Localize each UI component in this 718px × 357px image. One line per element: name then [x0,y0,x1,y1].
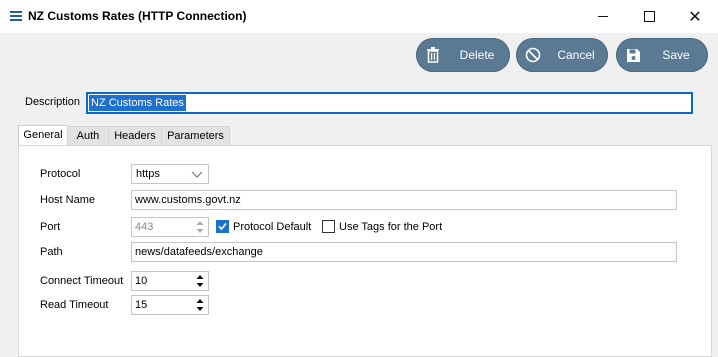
host-name-input[interactable]: www.customs.govt.nz [131,190,677,210]
connect-timeout-value: 10 [135,275,148,287]
app-menu-icon[interactable] [10,11,22,21]
trash-icon [416,47,450,63]
cancel-label: Cancel [557,48,595,62]
host-name-value: www.customs.govt.nz [135,194,241,206]
cancel-button[interactable]: Cancel [516,38,608,72]
minimize-icon [598,16,608,17]
tab-general[interactable]: General [18,125,68,147]
use-tags-checkbox[interactable] [322,220,335,233]
protocol-select[interactable]: https [131,164,209,184]
tab-headers[interactable]: Headers [108,126,162,146]
port-label: Port [40,221,61,233]
tab-auth[interactable]: Auth [67,126,109,146]
description-value: NZ Customs Rates [89,95,186,111]
title-bar: NZ Customs Rates (HTTP Connection) ✕ [0,0,718,33]
close-button[interactable]: ✕ [672,0,718,33]
description-label: Description [25,96,81,108]
spin-arrows-icon [196,274,204,288]
protocol-default-label: Protocol Default [233,221,312,233]
protocol-value: https [136,168,160,180]
save-button[interactable]: Save [616,38,708,72]
maximize-button[interactable] [626,0,672,33]
host-name-label: Host Name [40,194,96,206]
delete-button[interactable]: Delete [416,38,510,72]
protocol-label: Protocol [40,168,81,180]
save-icon [616,48,650,63]
path-input[interactable]: news/datafeeds/exchange [131,242,677,262]
tab-parameters[interactable]: Parameters [161,126,230,146]
connect-timeout-stepper[interactable]: 10 [131,271,209,291]
save-label: Save [662,48,690,62]
read-timeout-value: 15 [135,299,148,311]
port-stepper[interactable]: 443 [131,217,209,237]
use-tags-label: Use Tags for the Port [339,221,443,233]
port-value: 443 [135,221,154,233]
maximize-icon [643,11,655,22]
protocol-default-checkbox[interactable] [216,220,229,233]
read-timeout-stepper[interactable]: 15 [131,295,209,315]
checkmark-icon [218,222,227,231]
path-value: news/datafeeds/exchange [135,246,263,258]
spin-arrows-icon [196,298,204,312]
minimize-button[interactable] [580,0,626,33]
chevron-down-icon [190,168,204,180]
close-icon: ✕ [688,6,702,26]
spin-arrows-icon [196,220,204,234]
description-input[interactable]: NZ Customs Rates [86,92,693,114]
window-title: NZ Customs Rates (HTTP Connection) [28,9,247,23]
path-label: Path [40,246,63,258]
connect-timeout-label: Connect Timeout [40,275,124,287]
read-timeout-label: Read Timeout [40,299,109,311]
cancel-icon [516,47,550,63]
delete-label: Delete [459,48,495,62]
